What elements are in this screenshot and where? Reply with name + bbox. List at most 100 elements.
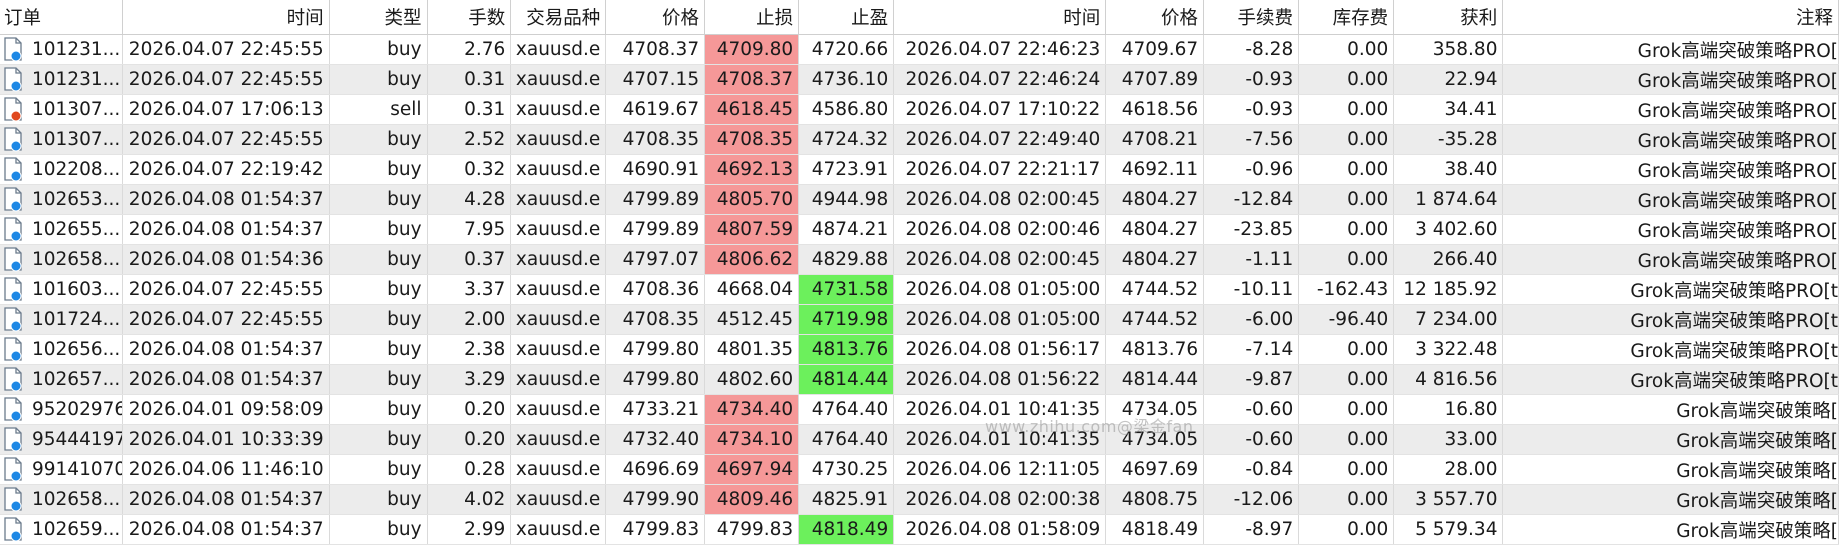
close-price-cell: 4804.27 (1106, 245, 1205, 274)
order-number: 102655... (32, 219, 121, 240)
table-row[interactable]: 102656... 2026.04.08 01:54:37 buy 2.38 xauus… (0, 335, 1839, 365)
column-header-take-profit[interactable]: 止盈 (799, 0, 895, 34)
table-row[interactable]: 101603... 2026.04.07 22:45:55 buy 3.37 xauus… (0, 275, 1839, 305)
order-cell: 102658... (0, 485, 124, 514)
profit-cell: 16.80 (1394, 395, 1504, 424)
table-row[interactable]: 95444197 2026.04.01 10:33:39 buy 0.20 xauusd… (0, 425, 1839, 455)
close-time-cell: 2026.04.08 01:58:09 (894, 515, 1107, 544)
commission-cell: -10.11 (1204, 275, 1300, 304)
type-cell: buy (330, 455, 428, 484)
column-header-symbol[interactable]: 交易品种 (511, 0, 607, 34)
commission-cell: -7.56 (1204, 125, 1300, 154)
take-profit-cell: 4720.66 (799, 35, 895, 64)
commission-cell: -0.93 (1204, 65, 1300, 94)
stop-loss-cell: 4618.45 (705, 95, 800, 124)
symbol-cell: xauusd.e (511, 65, 607, 94)
take-profit-cell: 4724.32 (799, 125, 895, 154)
take-profit-cell: 4586.80 (799, 95, 895, 124)
table-row[interactable]: 102655... 2026.04.08 01:54:37 buy 7.95 xauus… (0, 215, 1839, 245)
swap-cell: 0.00 (1299, 515, 1395, 544)
table-row[interactable]: 101307... 2026.04.07 17:06:13 sell 0.31 xauu… (0, 95, 1839, 125)
column-header-comment[interactable]: 注释 (1503, 0, 1839, 34)
table-row[interactable]: 102658... 2026.04.08 01:54:37 buy 4.02 xauus… (0, 485, 1839, 515)
comment-cell: Grok高端突破策略[ (1503, 485, 1839, 514)
table-row[interactable]: 101231... 2026.04.07 22:45:55 buy 2.76 xauus… (0, 35, 1839, 65)
order-cell: 99141070 (0, 455, 124, 484)
close-time-cell: 2026.04.01 10:41:35 (894, 395, 1107, 424)
type-cell: buy (330, 425, 428, 454)
order-number: 101603... (32, 279, 121, 300)
column-header-price[interactable]: 价格 (606, 0, 706, 34)
profit-cell: 3 322.48 (1394, 335, 1504, 364)
column-header-type[interactable]: 类型 (330, 0, 428, 34)
table-row[interactable]: 99141070 2026.04.06 11:46:10 buy 0.28 xauusd… (0, 455, 1839, 485)
close-time-cell: 2026.04.08 01:56:22 (894, 365, 1107, 394)
buy-order-icon (3, 156, 25, 183)
open-time-cell: 2026.04.07 17:06:13 (123, 95, 330, 124)
table-row[interactable]: 102653... 2026.04.08 01:54:37 buy 4.28 xauus… (0, 185, 1839, 215)
table-row[interactable]: 102657... 2026.04.08 01:54:37 buy 3.29 xauus… (0, 365, 1839, 395)
swap-cell: 0.00 (1299, 95, 1395, 124)
stop-loss-cell: 4799.83 (705, 515, 800, 544)
buy-order-icon (3, 66, 25, 93)
order-number: 101307... (32, 129, 121, 150)
close-time-cell: 2026.04.08 01:05:00 (894, 275, 1107, 304)
price-cell: 4799.90 (606, 485, 706, 514)
open-time-cell: 2026.04.08 01:54:37 (123, 335, 330, 364)
close-price-cell: 4744.52 (1106, 275, 1205, 304)
lots-cell: 0.37 (428, 245, 512, 274)
table-header: 订单 时间 类型 手数 交易品种 价格 止损 止盈 时间 价格 手续费 库存费 … (0, 0, 1839, 35)
close-price-cell: 4707.89 (1106, 65, 1205, 94)
swap-cell: 0.00 (1299, 125, 1395, 154)
stop-loss-cell: 4709.80 (705, 35, 800, 64)
swap-cell: 0.00 (1299, 155, 1395, 184)
table-row[interactable]: 101307... 2026.04.07 22:45:55 buy 2.52 xauus… (0, 125, 1839, 155)
commission-cell: -0.96 (1204, 155, 1300, 184)
column-header-swap[interactable]: 库存费 (1299, 0, 1395, 34)
lots-cell: 0.28 (428, 455, 512, 484)
column-header-open-time[interactable]: 时间 (123, 0, 330, 34)
open-time-cell: 2026.04.08 01:54:37 (123, 185, 330, 214)
order-number: 101724... (32, 309, 121, 330)
trade-history-table: 订单 时间 类型 手数 交易品种 价格 止损 止盈 时间 价格 手续费 库存费 … (0, 0, 1839, 545)
comment-cell: Grok高端突破策略PRO[t (1503, 335, 1839, 364)
buy-order-icon (3, 516, 25, 543)
buy-order-icon (3, 366, 25, 393)
profit-cell: 3 402.60 (1394, 215, 1504, 244)
type-cell: buy (330, 515, 428, 544)
order-number: 102653... (32, 189, 121, 210)
column-header-lots[interactable]: 手数 (428, 0, 512, 34)
commission-cell: -8.28 (1204, 35, 1300, 64)
price-cell: 4708.35 (606, 305, 706, 334)
close-time-cell: 2026.04.07 22:49:40 (894, 125, 1107, 154)
column-header-close-price[interactable]: 价格 (1106, 0, 1205, 34)
table-row[interactable]: 102208... 2026.04.07 22:19:42 buy 0.32 xauus… (0, 155, 1839, 185)
table-row[interactable]: 101724... 2026.04.07 22:45:55 buy 2.00 xauus… (0, 305, 1839, 335)
profit-cell: 1 874.64 (1394, 185, 1504, 214)
comment-cell: Grok高端突破策略PRO[ (1503, 185, 1839, 214)
symbol-cell: xauusd.e (511, 485, 607, 514)
commission-cell: -0.60 (1204, 425, 1300, 454)
commission-cell: -1.11 (1204, 245, 1300, 274)
price-cell: 4733.21 (606, 395, 706, 424)
column-header-order[interactable]: 订单 (0, 0, 124, 34)
commission-cell: -0.60 (1204, 395, 1300, 424)
table-row[interactable]: 95202976 2026.04.01 09:58:09 buy 0.20 xauusd… (0, 395, 1839, 425)
table-row[interactable]: 102658... 2026.04.08 01:54:36 buy 0.37 xauus… (0, 245, 1839, 275)
column-header-profit[interactable]: 获利 (1394, 0, 1504, 34)
column-header-close-time[interactable]: 时间 (894, 0, 1107, 34)
close-price-cell: 4814.44 (1106, 365, 1205, 394)
table-row[interactable]: 101231... 2026.04.07 22:45:55 buy 0.31 xauus… (0, 65, 1839, 95)
symbol-cell: xauusd.e (511, 155, 607, 184)
table-row[interactable]: 102659... 2026.04.08 01:54:37 buy 2.99 xauus… (0, 515, 1839, 545)
symbol-cell: xauusd.e (511, 215, 607, 244)
lots-cell: 3.37 (428, 275, 512, 304)
type-cell: buy (330, 155, 428, 184)
symbol-cell: xauusd.e (511, 35, 607, 64)
buy-order-icon (3, 306, 25, 333)
comment-cell: Grok高端突破策略PRO[t (1503, 365, 1839, 394)
close-price-cell: 4808.75 (1106, 485, 1205, 514)
column-header-stop-loss[interactable]: 止损 (705, 0, 800, 34)
close-price-cell: 4692.11 (1106, 155, 1205, 184)
column-header-commission[interactable]: 手续费 (1204, 0, 1300, 34)
